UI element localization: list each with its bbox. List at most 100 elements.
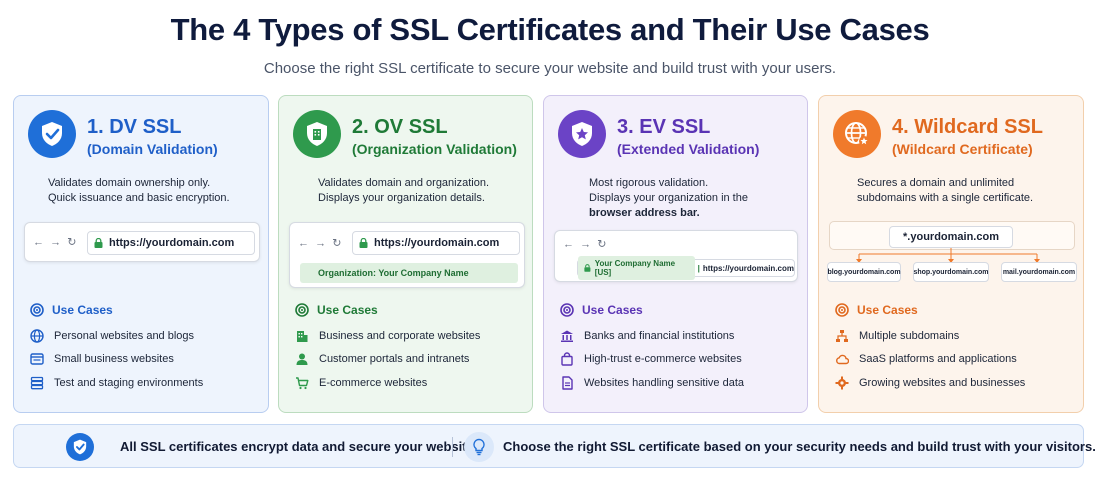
card-subtitle: (Extended Validation) [617, 141, 760, 157]
use-case-text: High-trust e-commerce websites [584, 353, 742, 365]
browser-mockup: ← → ↻ https://yourdomain.com [24, 222, 260, 262]
bank-icon [561, 330, 573, 342]
description-line: Validates domain and organization. [318, 177, 490, 189]
footer-left-text: All SSL certificates encrypt data and se… [120, 439, 478, 454]
browser-window-icon [30, 353, 44, 365]
browser-nav-icons: ← → ↻ [563, 238, 607, 251]
footer-divider [452, 437, 453, 457]
use-case-text: Banks and financial institutions [584, 330, 735, 342]
wildcard-domain-box: *.yourdomain.com [889, 226, 1013, 248]
url-text: https://yourdomain.com [109, 237, 235, 249]
use-case-text: Business and corporate websites [319, 330, 481, 342]
shield-check-icon [28, 110, 76, 158]
card-subtitle: (Organization Validation) [352, 141, 517, 157]
description-line: Displays your organization in the [589, 192, 748, 204]
card-description: Validates domain and organization. Displ… [318, 176, 489, 206]
subdomain-box: blog.yourdomain.com [827, 262, 901, 282]
wildcard-ssl-card: 4. Wildcard SSL (Wildcard Certificate) S… [818, 95, 1084, 413]
use-case-text: Personal websites and blogs [54, 330, 195, 342]
shield-star-icon [558, 110, 606, 158]
office-building-icon [297, 331, 308, 342]
ev-ssl-card: 3. EV SSL (Extended Validation) Most rig… [543, 95, 808, 413]
footer-right-text: Choose the right SSL certificate based o… [503, 439, 1096, 454]
shield-check-icon [66, 433, 94, 461]
ov-ssl-card: 2. OV SSL (Organization Validation) Vali… [278, 95, 533, 413]
target-icon [30, 303, 44, 317]
use-case-item: Growing websites and businesses [835, 376, 1025, 390]
dv-ssl-card: 1. DV SSL (Domain Validation) Validates … [13, 95, 269, 413]
globe-star-icon [833, 110, 881, 158]
subdomain-box: shop.yourdomain.com [913, 262, 989, 282]
card-subtitle: (Wildcard Certificate) [892, 141, 1033, 157]
browser-nav-icons: ← → ↻ [33, 236, 77, 249]
server-icon [30, 376, 44, 390]
cloud-icon [836, 354, 849, 365]
lock-icon [94, 238, 103, 248]
use-case-text: E-commerce websites [319, 377, 428, 389]
description-line: Quick issuance and basic encryption. [48, 192, 230, 204]
use-case-text: Small business websites [54, 353, 174, 365]
card-description: Validates domain ownership only. Quick i… [48, 176, 230, 206]
use-case-text: Multiple subdomains [859, 330, 960, 342]
url-text: https://yourdomain.com [702, 263, 794, 273]
use-case-item: Websites handling sensitive data [560, 376, 744, 390]
card-subtitle: (Domain Validation) [87, 141, 218, 157]
description-bold: browser address bar. [589, 207, 700, 219]
browser-mockup: ← → ↻ Your Company Name [US] | https://y… [554, 230, 798, 282]
use-case-item: E-commerce websites [295, 376, 427, 390]
description-line: Secures a domain and unlimited [857, 177, 1015, 189]
description-line: subdomains with a single certificate. [857, 192, 1034, 204]
use-case-item: Personal websites and blogs [30, 329, 194, 343]
card-description: Most rigorous validation. Displays your … [589, 176, 748, 221]
company-name: Your Company Name [US] [594, 259, 676, 277]
page-subtitle: Choose the right SSL certificate to secu… [263, 60, 837, 77]
use-cases-label: Use Cases [582, 303, 643, 317]
browser-mockup: ← → ↻ https://yourdomain.com Organizatio… [289, 222, 525, 288]
card-title: 3. EV SSL [617, 116, 711, 138]
target-icon [835, 303, 849, 317]
target-icon [560, 303, 574, 317]
use-case-item: Multiple subdomains [835, 329, 959, 343]
use-case-item: Small business websites [30, 352, 174, 366]
subdomain-box: mail.yourdomain.com [1001, 262, 1077, 282]
use-cases-heading: Use Cases [295, 303, 378, 317]
footer-banner: All SSL certificates encrypt data and se… [13, 424, 1096, 468]
use-cases-heading: Use Cases [560, 303, 643, 317]
description-line: Most rigorous validation. [589, 177, 709, 189]
address-bar: https://yourdomain.com [352, 231, 520, 255]
card-title: 1. DV SSL [87, 116, 182, 138]
description-line: Displays your organization details. [318, 192, 485, 204]
description-line: Validates domain ownership only. [48, 177, 211, 189]
browser-nav-icons: ← → ↻ [298, 237, 342, 250]
card-description: Secures a domain and unlimited subdomain… [857, 176, 1033, 206]
globe-icon [30, 329, 44, 343]
document-icon [562, 376, 573, 390]
use-case-item: Customer portals and intranets [295, 352, 469, 366]
target-icon [295, 303, 309, 317]
organization-bar: Organization: Your Company Name [300, 263, 518, 283]
gear-icon [835, 376, 849, 390]
use-case-text: Growing websites and businesses [859, 377, 1026, 389]
use-case-text: Test and staging environments [54, 377, 204, 389]
building-icon [293, 110, 341, 158]
separator: | [697, 263, 700, 273]
use-case-text: Customer portals and intranets [319, 353, 470, 365]
address-bar: https://yourdomain.com [87, 231, 255, 255]
lightbulb-icon [464, 432, 494, 462]
use-case-item: Banks and financial institutions [560, 329, 734, 343]
use-cases-heading: Use Cases [835, 303, 918, 317]
use-case-item: Test and staging environments [30, 376, 203, 390]
use-case-item: SaaS platforms and applications [835, 352, 1017, 366]
card-title: 2. OV SSL [352, 116, 448, 138]
card-title: 4. Wildcard SSL [892, 116, 1043, 138]
use-cases-label: Use Cases [52, 303, 113, 317]
use-cases-label: Use Cases [317, 303, 378, 317]
use-case-text: Websites handling sensitive data [584, 377, 745, 389]
cart-icon [296, 377, 309, 390]
shopping-bag-icon [561, 352, 573, 366]
use-case-item: High-trust e-commerce websites [560, 352, 742, 366]
user-icon [296, 353, 308, 365]
ev-address-bar: Your Company Name [US] | https://yourdom… [577, 256, 795, 280]
url-text: https://yourdomain.com [374, 237, 500, 249]
use-cases-label: Use Cases [857, 303, 918, 317]
